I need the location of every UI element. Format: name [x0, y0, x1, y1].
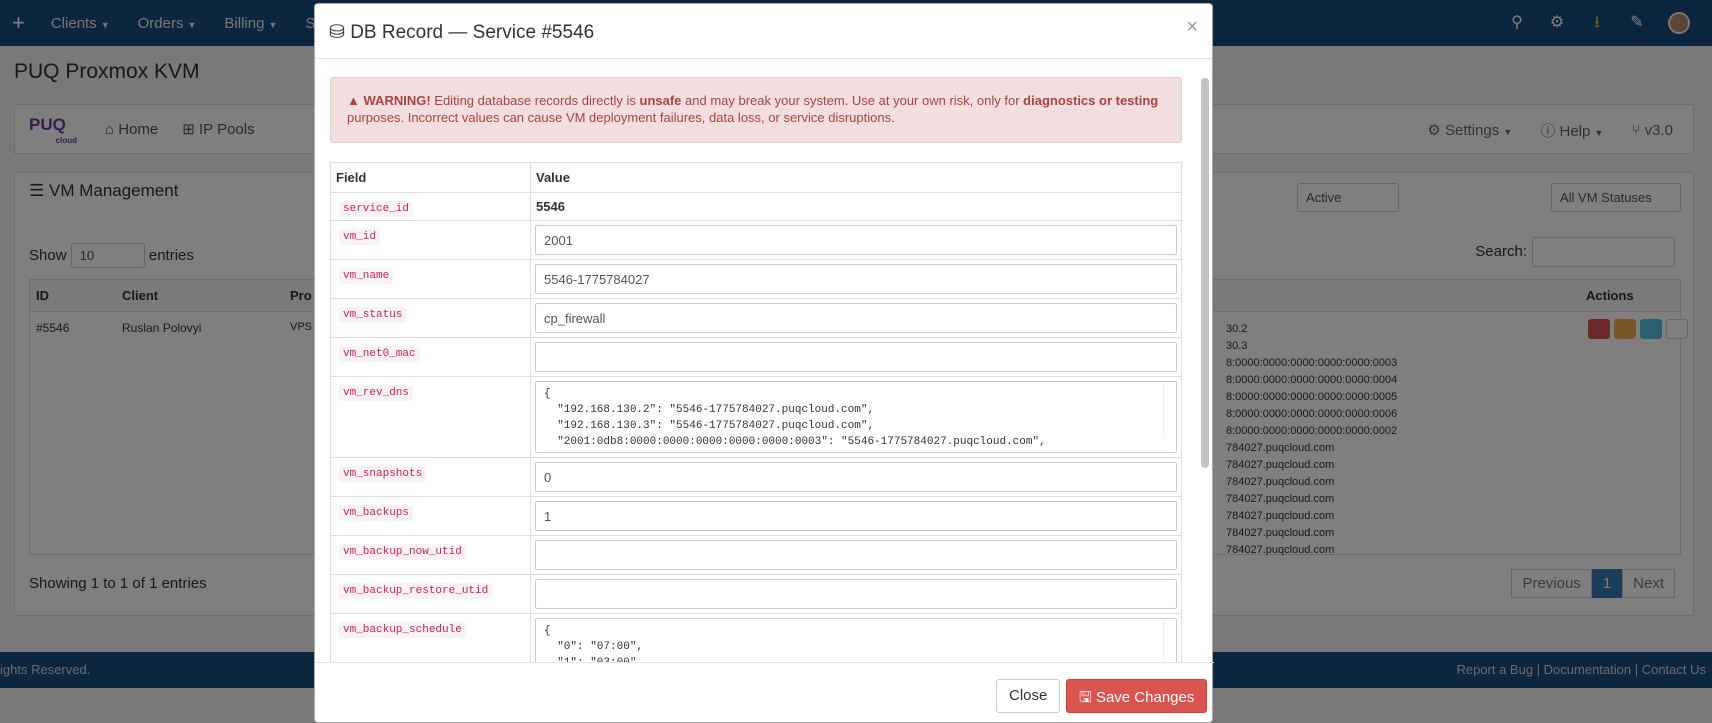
database-icon: ⛁ — [329, 22, 345, 43]
modal-title-text: DB Record — Service #5546 — [350, 22, 595, 43]
field-name-cell: vm_backups — [330, 496, 531, 536]
vm-net0-mac-input[interactable] — [535, 342, 1177, 372]
field-name-cell: vm_id — [330, 220, 531, 260]
field-row-service-id: service_id 5546 — [330, 192, 1182, 221]
field-name: vm_status — [339, 307, 407, 323]
field-row-vm-id: vm_id — [330, 220, 1182, 260]
vm-snapshots-input[interactable] — [535, 462, 1177, 492]
field-row-vm-net0-mac: vm_net0_mac — [330, 337, 1182, 377]
field-row-vm-backups: vm_backups — [330, 496, 1182, 536]
field-name-cell: vm_name — [330, 259, 531, 299]
field-name: vm_id — [339, 229, 381, 245]
field-value-cell — [530, 457, 1182, 497]
vm-backup-now-utid-input[interactable] — [535, 540, 1177, 570]
field-value-cell — [530, 298, 1182, 338]
field-value-cell — [530, 220, 1182, 260]
field-name-cell: vm_snapshots — [330, 457, 531, 497]
field-row-vm-backup-restore-utid: vm_backup_restore_utid — [330, 574, 1182, 614]
vm-name-input[interactable] — [535, 264, 1177, 294]
warning-strong: WARNING! — [363, 93, 431, 108]
modal-footer: Close 🖫 Save Changes — [315, 662, 1214, 723]
fields-header-row: Field Value — [330, 162, 1182, 193]
field-name-cell: vm_backup_schedule — [330, 613, 531, 662]
textarea-scrollbar[interactable] — [1163, 621, 1174, 662]
db-record-modal: ⛁ DB Record — Service #5546 × ▲ WARNING!… — [314, 3, 1214, 723]
field-name-cell: service_id — [330, 192, 531, 221]
field-name-cell: vm_net0_mac — [330, 337, 531, 377]
col-field: Field — [330, 162, 531, 193]
rev-dns-text: { "192.168.130.2": "5546-1775784027.puqc… — [544, 388, 1046, 448]
field-value-cell — [530, 337, 1182, 377]
field-row-vm-backup-now-utid: vm_backup_now_utid — [330, 535, 1182, 575]
field-name: vm_backup_now_utid — [339, 544, 466, 560]
modal-scrollbar[interactable] — [1200, 62, 1210, 662]
vm-rev-dns-textarea[interactable]: { "192.168.130.2": "5546-1775784027.puqc… — [535, 381, 1177, 453]
field-name: vm_snapshots — [339, 466, 427, 482]
field-row-vm-rev-dns: vm_rev_dns { "192.168.130.2": "5546-1775… — [330, 376, 1182, 458]
vm-backup-schedule-textarea[interactable]: { "0": "07:00", "1": "03:00", "2": "03:0… — [535, 618, 1177, 662]
col-value: Value — [530, 162, 1182, 193]
field-row-vm-snapshots: vm_snapshots — [330, 457, 1182, 497]
warning-diagnostics: diagnostics or testing — [1023, 93, 1159, 108]
vm-backups-input[interactable] — [535, 501, 1177, 531]
service-id-value: 5546 — [530, 192, 1182, 221]
field-name: vm_backups — [339, 505, 414, 521]
field-name: vm_net0_mac — [339, 346, 420, 362]
modal-title: ⛁ DB Record — Service #5546 — [329, 21, 594, 44]
field-name-cell: vm_backup_restore_utid — [330, 574, 531, 614]
close-button[interactable]: Close — [996, 679, 1061, 713]
field-name: vm_backup_schedule — [339, 622, 466, 638]
field-value-cell — [530, 574, 1182, 614]
warning-icon: ▲ — [347, 93, 360, 108]
field-value-cell — [530, 496, 1182, 536]
close-icon[interactable]: × — [1186, 16, 1198, 39]
warning-text-1: Editing database records directly is — [430, 93, 640, 108]
modal-body: ▲ WARNING! Editing database records dire… — [315, 60, 1214, 662]
warning-unsafe: unsafe — [639, 93, 682, 108]
vm-backup-restore-utid-input[interactable] — [535, 579, 1177, 609]
field-name: service_id — [339, 201, 414, 217]
save-changes-button[interactable]: 🖫 Save Changes — [1066, 679, 1208, 713]
warning-text-3: purposes. Incorrect values can cause VM … — [347, 110, 895, 125]
field-row-vm-name: vm_name — [330, 259, 1182, 299]
field-value-cell — [530, 259, 1182, 299]
field-name: vm_backup_restore_utid — [339, 583, 493, 599]
field-row-vm-status: vm_status — [330, 298, 1182, 338]
save-label: Save Changes — [1095, 689, 1195, 706]
backup-schedule-text: { "0": "07:00", "1": "03:00", "2": "03:0… — [544, 625, 644, 662]
field-name-cell: vm_backup_now_utid — [330, 535, 531, 575]
modal-header: ⛁ DB Record — Service #5546 × — [315, 4, 1212, 59]
textarea-scrollbar[interactable] — [1163, 384, 1174, 438]
field-value-cell: { "192.168.130.2": "5546-1775784027.puqc… — [530, 376, 1182, 458]
field-name-cell: vm_rev_dns — [330, 376, 531, 458]
field-name: vm_name — [339, 268, 394, 284]
warning-text-2: and may break your system. Use at your o… — [681, 93, 1024, 108]
field-value-cell: { "0": "07:00", "1": "03:00", "2": "03:0… — [530, 613, 1182, 662]
fields-table: Field Value service_id 5546 vm_id vm_nam… — [330, 162, 1182, 662]
field-name: vm_rev_dns — [339, 385, 414, 401]
vm-id-input[interactable] — [535, 225, 1177, 255]
field-name-cell: vm_status — [330, 298, 531, 338]
field-row-vm-backup-schedule: vm_backup_schedule { "0": "07:00", "1": … — [330, 613, 1182, 662]
save-icon: 🖫 — [1079, 689, 1092, 706]
warning-alert: ▲ WARNING! Editing database records dire… — [330, 77, 1182, 143]
vm-status-input[interactable] — [535, 303, 1177, 333]
field-value-cell — [530, 535, 1182, 575]
modal-scrollbar-thumb[interactable] — [1201, 78, 1209, 468]
